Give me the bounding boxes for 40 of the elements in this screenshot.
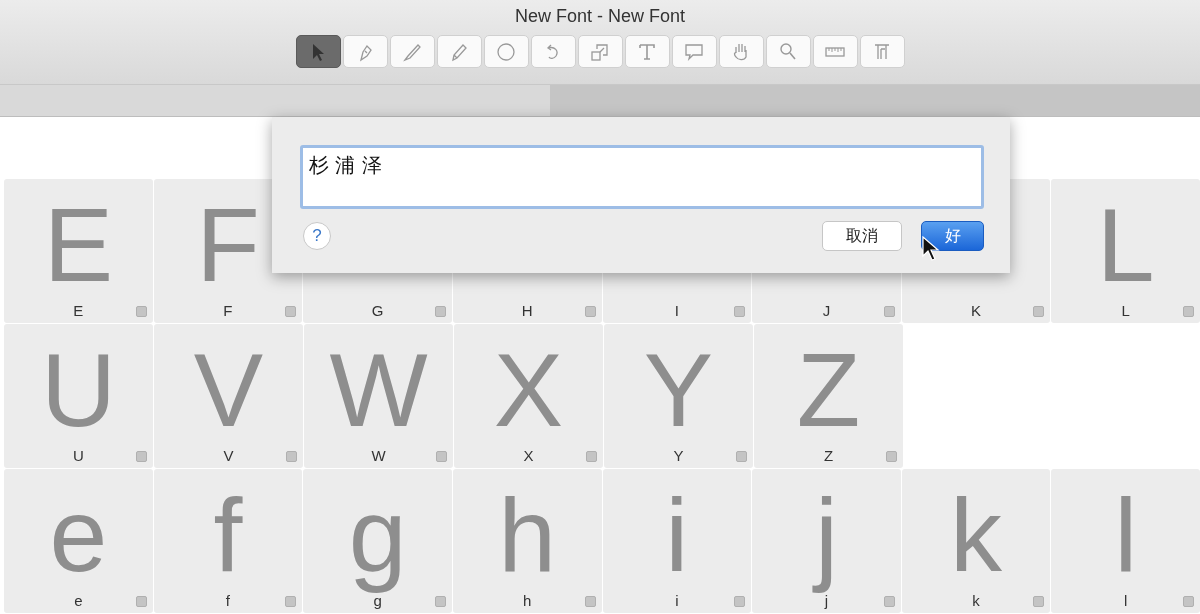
window-title: New Font - New Font — [514, 6, 686, 27]
glyph-label: k — [972, 592, 980, 609]
glyph-label: V — [223, 447, 234, 464]
glyph-label: g — [373, 592, 382, 609]
glyph-preview: F — [196, 193, 260, 302]
glyph-label: W — [371, 447, 386, 464]
glyph-label: U — [73, 447, 84, 464]
glyph-preview: k — [950, 483, 1003, 592]
glyph-preview: L — [1096, 193, 1155, 302]
glyph-preview: g — [348, 483, 407, 592]
glyph-preview: i — [665, 483, 689, 592]
glyph-label: G — [371, 302, 384, 319]
glyph-label: J — [822, 302, 831, 319]
glyph-label: j — [824, 592, 829, 609]
glyph-label: E — [73, 302, 84, 319]
glyph-preview: E — [43, 193, 113, 302]
glyph-label: L — [1121, 302, 1130, 319]
glyph-preview: X — [493, 338, 564, 447]
glyph-label: f — [225, 592, 230, 609]
glyph-label: H — [521, 302, 533, 319]
glyph-preview: Z — [796, 338, 861, 447]
glyph-label: F — [223, 302, 233, 319]
glyph-preview: h — [498, 483, 557, 592]
glyph-preview: l — [1114, 483, 1138, 592]
glyph-label: X — [523, 447, 534, 464]
glyph-preview: Y — [643, 338, 714, 447]
glyph-label: h — [523, 592, 532, 609]
glyph-label: Y — [673, 447, 684, 464]
glyph-label: l — [1124, 592, 1128, 609]
glyph-label: K — [971, 302, 982, 319]
glyph-preview: V — [193, 338, 264, 447]
glyph-label: I — [674, 302, 679, 319]
glyph-label: i — [675, 592, 679, 609]
glyph-preview: f — [213, 483, 243, 592]
glyph-label: e — [74, 592, 83, 609]
glyph-preview: e — [49, 483, 108, 592]
glyph-label: Z — [823, 447, 834, 464]
glyph-preview: W — [329, 338, 428, 447]
glyph-preview: j — [814, 483, 838, 592]
glyph-preview: U — [40, 338, 117, 447]
